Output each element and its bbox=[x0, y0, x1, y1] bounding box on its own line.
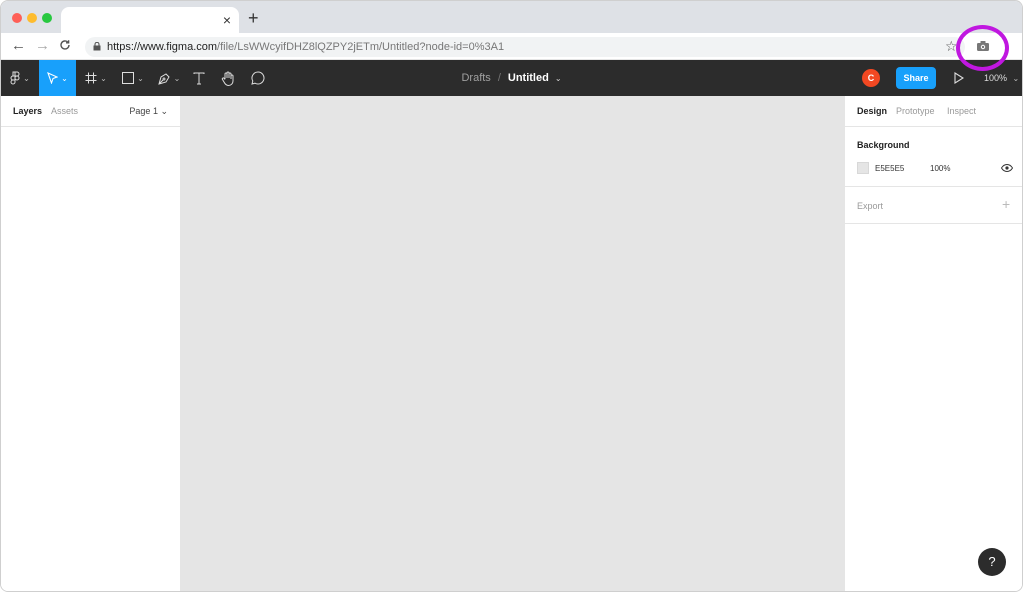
minimize-window-button[interactable] bbox=[27, 13, 37, 23]
tab-inspect[interactable]: Inspect bbox=[947, 106, 976, 116]
background-section: Background E5E5E5 100% bbox=[845, 127, 1022, 187]
layers-panel-header: Layers Assets Page 1 ⌄ bbox=[1, 96, 180, 127]
lock-icon bbox=[93, 42, 101, 51]
add-export-button[interactable]: + bbox=[1002, 196, 1010, 212]
figma-toolbar: ⌄ ⌄ ⌄ ⌄ ⌄ Drafts / Untitled ⌄ C Share 10… bbox=[1, 60, 1022, 96]
address-bar[interactable]: https://www.figma.com/file/LsWWcyifDHZ8l… bbox=[85, 37, 965, 57]
play-icon[interactable] bbox=[954, 72, 964, 84]
properties-panel: Design Prototype Inspect Background E5E5… bbox=[844, 96, 1022, 591]
background-opacity-input[interactable]: 100% bbox=[930, 164, 950, 173]
zoom-caret-icon: ⌄ bbox=[1012, 74, 1020, 83]
url-host: https://www.figma.com bbox=[107, 41, 218, 53]
background-hex-input[interactable]: E5E5E5 bbox=[875, 164, 904, 173]
tab-close-icon[interactable]: × bbox=[223, 11, 231, 29]
page-selector[interactable]: Page 1 ⌄ bbox=[129, 106, 168, 117]
tab-layers[interactable]: Layers bbox=[13, 106, 42, 116]
reload-button[interactable] bbox=[59, 37, 71, 55]
maximize-window-button[interactable] bbox=[42, 13, 52, 23]
close-window-button[interactable] bbox=[12, 13, 22, 23]
tab-design[interactable]: Design bbox=[857, 106, 887, 116]
title-caret-icon[interactable]: ⌄ bbox=[555, 74, 562, 83]
tab-strip: × + bbox=[1, 1, 1022, 33]
breadcrumb-drafts[interactable]: Drafts bbox=[461, 72, 490, 84]
forward-button[interactable]: → bbox=[35, 37, 50, 55]
properties-panel-header: Design Prototype Inspect bbox=[845, 96, 1022, 127]
browser-tab[interactable]: × bbox=[61, 7, 239, 33]
design-canvas[interactable] bbox=[181, 96, 844, 591]
user-avatar[interactable]: C bbox=[862, 69, 880, 87]
tab-assets[interactable]: Assets bbox=[51, 106, 78, 116]
back-button[interactable]: ← bbox=[11, 37, 26, 55]
file-title[interactable]: Untitled bbox=[508, 72, 549, 84]
eye-icon[interactable] bbox=[1001, 164, 1013, 172]
tab-prototype[interactable]: Prototype bbox=[896, 106, 935, 116]
share-button[interactable]: Share bbox=[896, 67, 936, 89]
annotation-highlight-circle bbox=[956, 25, 1009, 71]
url-text: https://www.figma.com/file/LsWWcyifDHZ8l… bbox=[107, 39, 504, 55]
background-title: Background bbox=[857, 140, 910, 150]
export-section: Export + bbox=[845, 187, 1022, 224]
reload-icon bbox=[60, 40, 70, 50]
url-path: /file/LsWWcyifDHZ8lQZPY2jETm/Untitled?no… bbox=[217, 41, 505, 53]
zoom-label: 100% bbox=[984, 73, 1008, 83]
browser-window: × + ← → https://www.figma.com/file/LsWWc… bbox=[0, 0, 1023, 592]
export-title: Export bbox=[857, 201, 884, 211]
browser-toolbar: ← → https://www.figma.com/file/LsWWcyifD… bbox=[1, 33, 1022, 60]
help-button[interactable]: ? bbox=[978, 548, 1006, 576]
layers-panel: Layers Assets Page 1 ⌄ bbox=[1, 96, 181, 591]
breadcrumb-separator: / bbox=[497, 72, 501, 84]
new-tab-button[interactable]: + bbox=[248, 7, 259, 29]
background-color-swatch[interactable] bbox=[857, 162, 869, 174]
